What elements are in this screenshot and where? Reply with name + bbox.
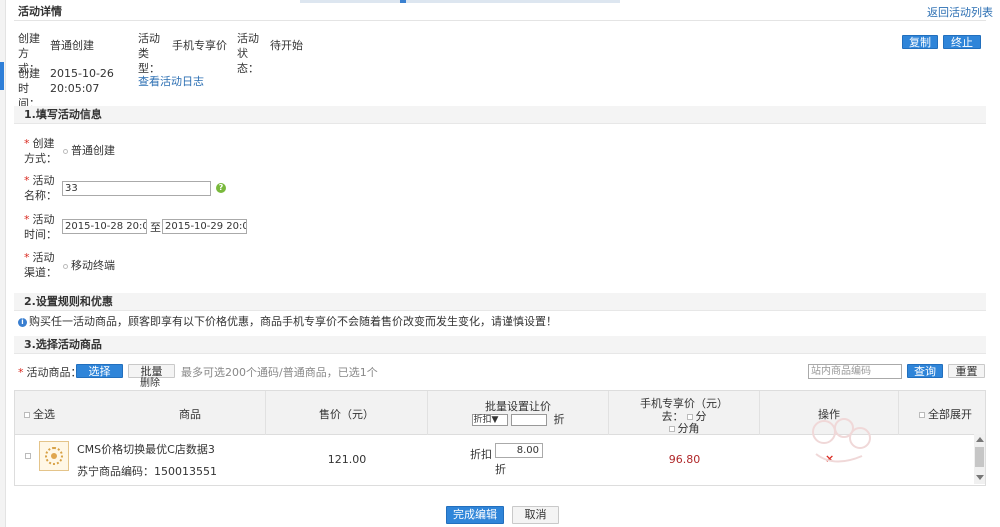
activity-channel-value: 移动终端 [63,258,115,273]
cancel-button[interactable]: 取消 [512,506,559,524]
terminate-button[interactable]: 终止 [943,35,981,49]
section-rules-title: 2.设置规则和优惠 [14,293,986,311]
summary-create-method-value: 普通创建 [50,39,94,52]
summary-create-time-time: 20:05:07 [50,82,100,95]
th-expand-all: 全部展开 [899,391,985,435]
goods-limit-hint: 最多可选200个通码/普通商品，已选1个 [181,366,378,379]
th-price: 售价（元） [266,391,428,435]
product-price: 121.00 [327,453,367,466]
activity-name-label: * 活动名称： [24,174,57,202]
create-method-radio[interactable] [63,148,68,154]
query-button[interactable]: 查询 [907,364,943,378]
discount-unit: 折 [495,463,506,476]
scrollbar-thumb[interactable] [975,447,984,467]
page-title: 活动详情 [18,5,62,18]
create-method-label: * 创建方式： [24,137,57,165]
summary-activity-status-value: 待开始 [270,39,303,52]
batch-discount-input[interactable] [511,414,547,426]
rules-notice: i 购买任一活动商品，顾客即享有以下价格优惠，商品手机专享价不会随着售价改变而发生… [18,314,557,329]
activity-channel-label: * 活动渠道： [24,251,57,279]
th-batch-discount: 批量设置让价 折扣▼ 折 [428,391,609,435]
mobile-price: 96.80 [668,453,701,466]
summary-activity-type-value: 手机专享价 [172,39,227,52]
summary-create-time-date: 2015-10-26 [50,67,114,80]
left-nav-marker [0,62,4,90]
batch-delete-button[interactable]: 批量 [128,364,175,378]
back-to-list-link[interactable]: 返回活动列表 [927,4,993,20]
scroll-down-arrow[interactable] [976,475,984,480]
copy-button[interactable]: 复制 [902,35,938,49]
th-product: 商品 [115,391,266,435]
row-checkbox[interactable] [25,453,31,459]
info-icon: i [18,317,27,327]
create-method-value: 普通创建 [63,143,115,158]
scroll-up-arrow[interactable] [976,437,984,442]
round-fenjiao-checkbox[interactable] [668,426,675,432]
reset-button[interactable]: 重置 [948,364,985,378]
activity-time-label: * 活动时间： [24,213,57,241]
batch-discount-select[interactable]: 折扣▼ [471,414,508,426]
summary-activity-type-label: 活动类型： [138,32,160,75]
product-code-search-input[interactable]: 站内商品编码 [808,364,902,379]
finish-edit-button[interactable]: 完成编辑 [446,506,504,524]
top-edge-strip [300,0,620,3]
section-goods-title: 3.选择活动商品 [14,336,986,354]
discount-input[interactable]: 8.00 [495,443,543,458]
help-icon[interactable]: ? [216,183,226,193]
end-time-input[interactable]: 2015-10-29 20:00 [162,219,247,234]
th-mobile-price: 手机专享价（元） 去：分 分角 [609,391,760,435]
product-name-link[interactable]: CMS价格切换最优C店数据3 [77,441,215,457]
product-thumbnail [39,441,69,471]
select-all-checkbox[interactable] [24,412,30,418]
th-select-all: 全选 [15,391,115,435]
activity-name-input[interactable]: 33 [62,181,211,196]
channel-radio[interactable] [63,263,68,269]
select-goods-button[interactable]: 选择 [76,364,123,378]
watermark-icon [812,418,871,463]
discount-label: 折扣 [470,448,492,461]
activity-goods-label: * 活动商品： [18,366,82,379]
batch-delete-overflow: 删除 [140,378,160,389]
expand-all-checkbox[interactable] [919,412,925,418]
header-divider [14,20,986,21]
time-separator: 至 [150,221,161,234]
section-activity-info-title: 1.填写活动信息 [14,106,986,124]
summary-activity-status-label: 活动状态： [237,32,259,75]
summary-create-time-label: 创建时间： [18,67,40,110]
product-code: 苏宁商品编码：150013551 [77,465,217,478]
start-time-input[interactable]: 2015-10-28 20:00 [62,219,147,234]
view-log-link[interactable]: 查看活动日志 [138,73,204,89]
